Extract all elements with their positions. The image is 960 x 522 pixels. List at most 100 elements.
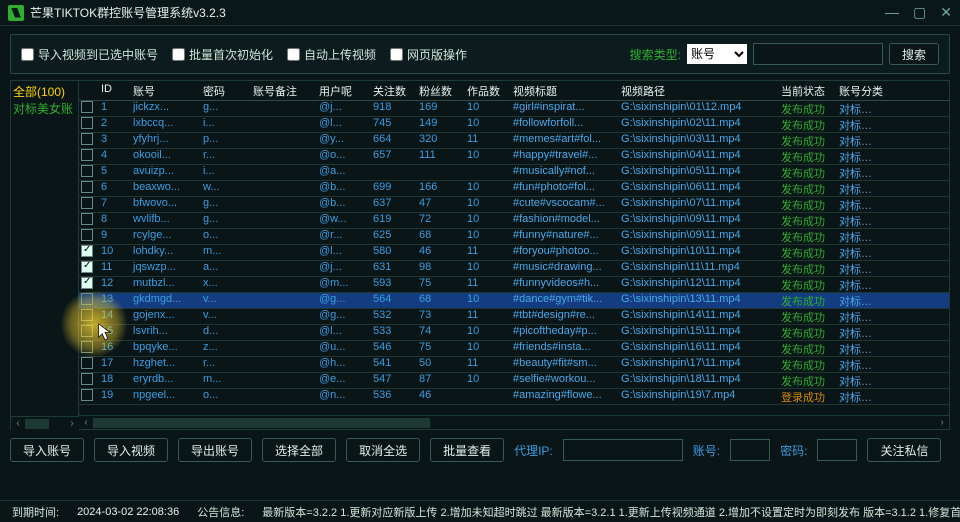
table-row[interactable]: 16bpqyke...z...@u...5467510#friends#inst… — [79, 341, 949, 357]
cell-follow: 745 — [371, 117, 417, 132]
search-type-select[interactable]: 账号 — [687, 44, 747, 64]
app-logo-icon — [8, 5, 24, 21]
table-row[interactable]: 4okooil...r...@o...65711110#happy#travel… — [79, 149, 949, 165]
row-checkbox[interactable] — [79, 245, 99, 260]
opt-auto-upload[interactable]: 自动上传视频 — [287, 46, 376, 63]
export-account-button[interactable]: 导出账号 — [178, 438, 252, 462]
proxy-input[interactable] — [563, 439, 683, 461]
table-row[interactable]: 8wvlifb...g...@w...6197210#fashion#model… — [79, 213, 949, 229]
table-row[interactable]: 11jqswzp...a...@j...6319810#music#drawin… — [79, 261, 949, 277]
table-row[interactable]: 3yfyhrj...p...@y...66432011#memes#art#fo… — [79, 133, 949, 149]
table-row[interactable]: 17hzghet...r...@h...5415011#beauty#fit#s… — [79, 357, 949, 373]
table-row[interactable]: 13gkdmgd...v...@g...5646810#dance#gym#ti… — [79, 293, 949, 309]
notice-text: 最新版本=3.2.2 1.更新对应新版上传 2.增加未知超时跳过 最新版本=3.… — [262, 504, 960, 520]
col-works[interactable]: 作品数 — [465, 81, 511, 100]
cell-follow: 580 — [371, 245, 417, 260]
table-row[interactable]: 12mutbzl...x...@m...5937511#funnyvideos#… — [79, 277, 949, 293]
col-account[interactable]: 账号 — [131, 81, 201, 100]
row-checkbox[interactable] — [79, 165, 99, 180]
col-category[interactable]: 账号分类 — [837, 81, 883, 100]
row-checkbox[interactable] — [79, 293, 99, 308]
col-fans[interactable]: 粉丝数 — [417, 81, 465, 100]
minimize-icon[interactable]: — — [885, 4, 899, 21]
table-row[interactable]: 19npgeel...o...@n...53646#amazing#flowe.… — [79, 389, 949, 405]
col-path[interactable]: 视频路径 — [619, 81, 779, 100]
cell-nickname: @m... — [317, 277, 371, 292]
col-title[interactable]: 视频标题 — [511, 81, 619, 100]
follow-dm-button[interactable]: 关注私信 — [867, 438, 941, 462]
row-checkbox[interactable] — [79, 213, 99, 228]
import-video-button[interactable]: 导入视频 — [94, 438, 168, 462]
search-input[interactable] — [753, 43, 883, 65]
maximize-icon[interactable]: ▢ — [913, 4, 926, 21]
cell-title: #funnyvideos#h... — [511, 277, 619, 292]
table-row[interactable]: 10lohdky...m...@l...5804611#foryou#photo… — [79, 245, 949, 261]
row-checkbox[interactable] — [79, 133, 99, 148]
batch-view-button[interactable]: 批量查看 — [430, 438, 504, 462]
acct-input[interactable] — [730, 439, 770, 461]
row-checkbox[interactable] — [79, 149, 99, 164]
cell-password: x... — [201, 277, 251, 292]
search-button[interactable]: 搜索 — [889, 43, 939, 65]
row-checkbox[interactable] — [79, 101, 99, 116]
cell-title: #cute#vscocam#... — [511, 197, 619, 212]
row-checkbox[interactable] — [79, 229, 99, 244]
cell-path: G:\sixinshipin\09\11.mp4 — [619, 213, 779, 228]
scroll-left-icon[interactable]: ‹ — [79, 417, 93, 428]
col-follow[interactable]: 关注数 — [371, 81, 417, 100]
table-row[interactable]: 6beaxwo...w...@b...69916610#fun#photo#fo… — [79, 181, 949, 197]
grid-hscroll[interactable]: ‹ › — [79, 415, 949, 429]
row-checkbox[interactable] — [79, 341, 99, 356]
cell-path: G:\sixinshipin\06\11.mp4 — [619, 181, 779, 196]
row-checkbox[interactable] — [79, 357, 99, 372]
cell-category: 对标美... — [837, 309, 883, 324]
table-row[interactable]: 9rcylge...o...@r...6256810#funny#nature#… — [79, 229, 949, 245]
cell-note — [251, 389, 317, 404]
cell-password: r... — [201, 149, 251, 164]
opt-web-mode[interactable]: 网页版操作 — [390, 46, 467, 63]
opt-auto-upload-label: 自动上传视频 — [304, 46, 376, 63]
close-icon[interactable]: ✕ — [940, 4, 952, 21]
col-note[interactable]: 账号备注 — [251, 81, 317, 100]
pwd-input[interactable] — [817, 439, 857, 461]
cell-note — [251, 149, 317, 164]
cell-title: #fashion#model... — [511, 213, 619, 228]
cell-works — [465, 389, 511, 404]
row-checkbox[interactable] — [79, 181, 99, 196]
row-checkbox[interactable] — [79, 117, 99, 132]
opt-import-video[interactable]: 导入视频到已选中账号 — [21, 46, 158, 63]
row-checkbox[interactable] — [79, 277, 99, 292]
table-row[interactable]: 14gojenx...v...@g...5327311#tbt#design#r… — [79, 309, 949, 325]
col-nickname[interactable]: 用户呢 — [317, 81, 371, 100]
table-row[interactable]: 2lxbccq...i...@l...74514910#followforfol… — [79, 117, 949, 133]
cell-path: G:\sixinshipin\09\11.mp4 — [619, 229, 779, 244]
col-status[interactable]: 当前状态 — [779, 81, 837, 100]
deselect-all-button[interactable]: 取消全选 — [346, 438, 420, 462]
import-account-button[interactable]: 导入账号 — [10, 438, 84, 462]
table-row[interactable]: 18eryrdb...m...@e...5478710#selfie#worko… — [79, 373, 949, 389]
sidebar-group[interactable]: 对标美女账 — [13, 100, 76, 117]
row-checkbox[interactable] — [79, 325, 99, 340]
cell-category: 对标美... — [837, 293, 883, 308]
cell-note — [251, 357, 317, 372]
col-id[interactable]: ID — [99, 81, 131, 100]
cell-works: 10 — [465, 373, 511, 388]
table-row[interactable]: 5avuizp...i...@a...#musically#nof...G:\s… — [79, 165, 949, 181]
cell-works — [465, 165, 511, 180]
sidebar-all[interactable]: 全部(100) — [13, 83, 76, 100]
col-password[interactable]: 密码 — [201, 81, 251, 100]
table-row[interactable]: 1jickzx...g...@j...91816910#girl#inspira… — [79, 101, 949, 117]
grid-body[interactable]: 1jickzx...g...@j...91816910#girl#inspira… — [79, 101, 949, 415]
row-checkbox[interactable] — [79, 309, 99, 324]
scroll-right-icon[interactable]: › — [935, 417, 949, 428]
cell-status: 发布成功 — [779, 373, 837, 388]
row-checkbox[interactable] — [79, 197, 99, 212]
row-checkbox[interactable] — [79, 389, 99, 404]
table-row[interactable]: 7bfwovo...g...@b...6374710#cute#vscocam#… — [79, 197, 949, 213]
opt-batch-init[interactable]: 批量首次初始化 — [172, 46, 273, 63]
row-checkbox[interactable] — [79, 373, 99, 388]
cell-id: 9 — [99, 229, 131, 244]
select-all-button[interactable]: 选择全部 — [262, 438, 336, 462]
table-row[interactable]: 15lsvrih...d...@l...5337410#picoftheday#… — [79, 325, 949, 341]
row-checkbox[interactable] — [79, 261, 99, 276]
